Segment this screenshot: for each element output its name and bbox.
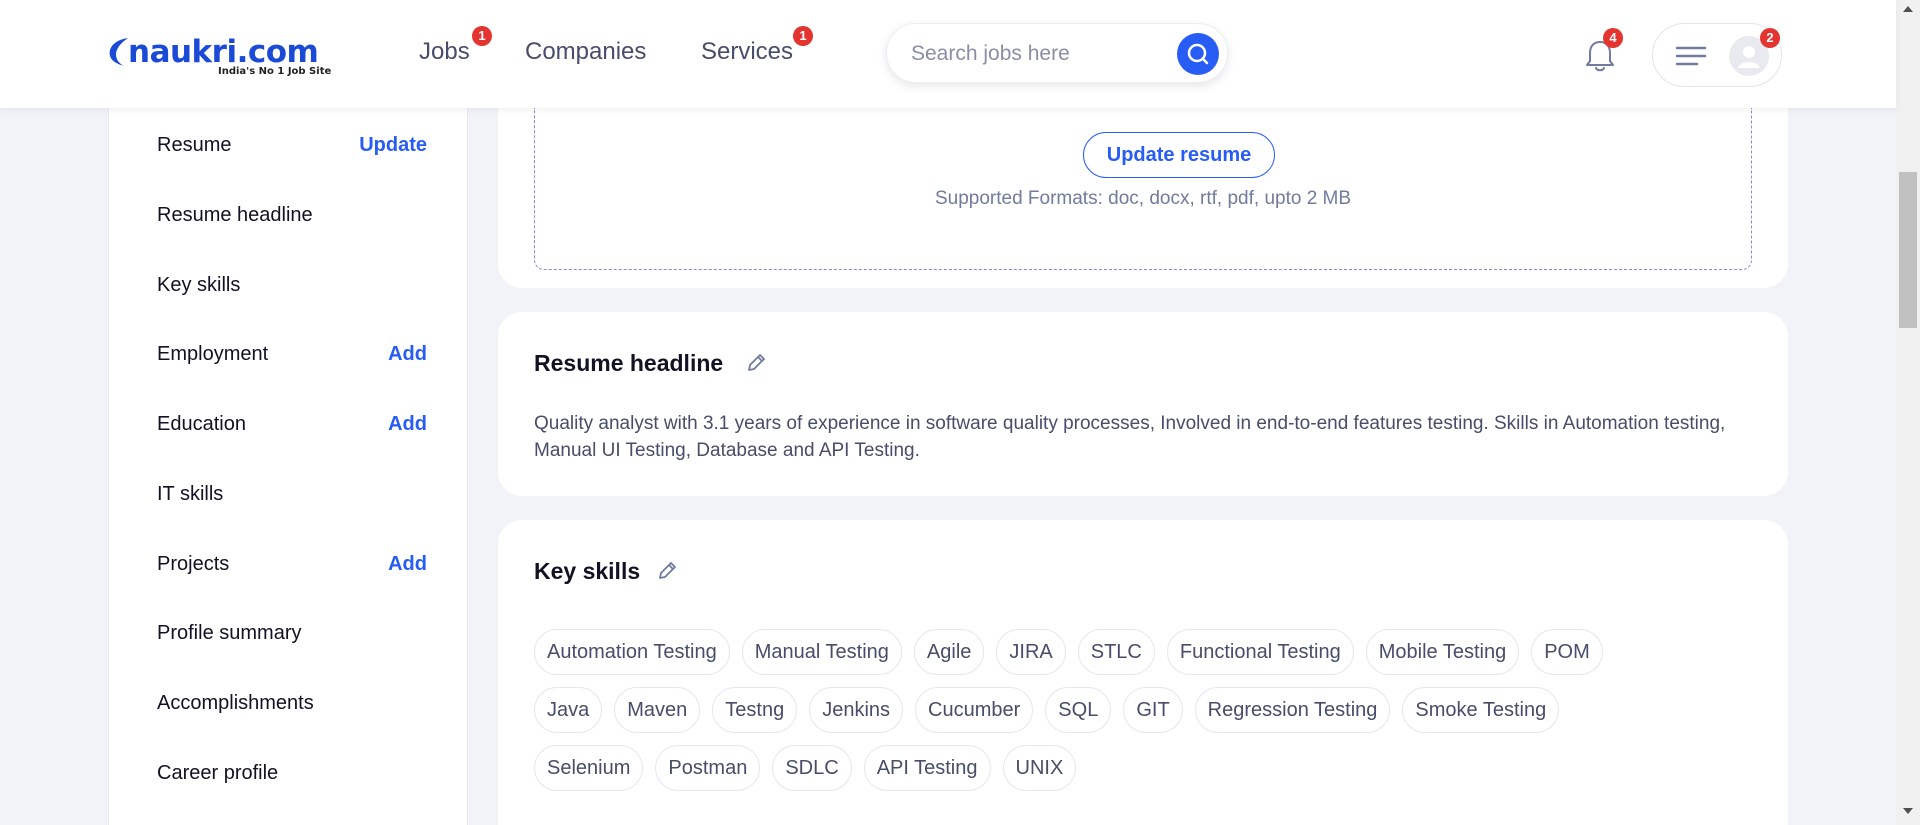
sidebar-item-label: Career profile xyxy=(157,762,279,784)
chip-row: Java Maven Testng Jenkins Cucumber SQL G… xyxy=(534,687,1764,733)
skill-chip: GIT xyxy=(1123,687,1183,733)
hamburger-icon xyxy=(1675,46,1707,66)
nav-services[interactable]: Services xyxy=(701,36,793,68)
skill-chip: API Testing xyxy=(863,745,991,791)
sidebar-item-label: Key skills xyxy=(157,274,241,296)
sidebar-item-profile-summary[interactable]: Profile summary xyxy=(157,614,427,654)
sidebar-item-it-skills[interactable]: IT skills xyxy=(157,475,427,515)
scroll-down-arrow-icon[interactable] xyxy=(1903,808,1913,814)
sidebar-item-employment[interactable]: Employment Add xyxy=(157,335,427,375)
sidebar-item-label: IT skills xyxy=(157,483,224,505)
key-skills-card: Key skills Automation Testing Manual Tes… xyxy=(498,520,1788,825)
sidebar-item-resume[interactable]: Resume Update xyxy=(157,126,427,166)
resume-card: Update resume Supported Formats: doc, do… xyxy=(498,80,1788,288)
sidebar-item-accomplishments[interactable]: Accomplishments xyxy=(157,684,427,724)
sidebar-item-label: Resume xyxy=(157,134,232,156)
sidebar-item-career-profile[interactable]: Career profile xyxy=(157,754,427,794)
update-resume-button[interactable]: Update resume xyxy=(1083,132,1275,178)
sidebar-item-label: Education xyxy=(157,413,246,435)
key-skills-title: Key skills xyxy=(534,558,641,584)
skill-chip: Testng xyxy=(712,687,798,733)
resume-headline-text: Quality analyst with 3.1 years of experi… xyxy=(534,413,1726,461)
skill-chip: Cucumber xyxy=(915,687,1034,733)
logo-tagline: India's No 1 Job Site xyxy=(218,66,332,77)
add-employment-link[interactable]: Add xyxy=(388,343,427,366)
skills-chip-list: Automation Testing Manual Testing Agile … xyxy=(534,629,1764,803)
skill-chip: Maven xyxy=(614,687,701,733)
sidebar-item-education[interactable]: Education Add xyxy=(157,405,427,445)
skill-chip: STLC xyxy=(1077,629,1155,675)
supported-formats-text: Supported Formats: doc, docx, rtf, pdf, … xyxy=(934,188,1352,209)
skill-chip: Selenium xyxy=(534,745,644,791)
sidebar-item-label: Employment xyxy=(157,343,269,365)
sidebar-item-resume-headline[interactable]: Resume headline xyxy=(157,196,427,236)
skill-chip: Agile xyxy=(913,629,985,675)
scroll-up-arrow-icon[interactable] xyxy=(1903,6,1913,12)
edit-headline-icon[interactable] xyxy=(745,352,767,374)
skill-chip: Functional Testing xyxy=(1166,629,1354,675)
skill-chip: Java xyxy=(534,687,603,733)
search-button[interactable] xyxy=(1177,33,1219,75)
skill-chip: JIRA xyxy=(996,629,1066,675)
page-scrollbar[interactable] xyxy=(1896,0,1920,825)
jobs-badge: 1 xyxy=(472,26,492,46)
notifications-badge: 4 xyxy=(1603,28,1623,48)
search-icon xyxy=(1187,43,1209,65)
top-header: naukri.com India's No 1 Job Site Jobs 1 … xyxy=(0,0,1896,108)
search-input[interactable]: Search jobs here xyxy=(911,42,1070,66)
naukri-logo[interactable]: naukri.com India's No 1 Job Site xyxy=(106,32,332,78)
sidebar-item-label: Accomplishments xyxy=(157,692,314,714)
sidebar-item-label: Projects xyxy=(157,553,230,575)
edit-skills-icon[interactable] xyxy=(656,560,678,582)
skill-chip: Smoke Testing xyxy=(1402,687,1560,733)
update-resume-link[interactable]: Update xyxy=(359,134,427,157)
sidebar-item-label: Profile summary xyxy=(157,622,302,644)
nav-companies[interactable]: Companies xyxy=(525,36,646,68)
skill-chip: Mobile Testing xyxy=(1365,629,1520,675)
skill-chip: UNIX xyxy=(1002,745,1077,791)
sidebar-item-projects[interactable]: Projects Add xyxy=(157,545,427,585)
add-education-link[interactable]: Add xyxy=(388,413,427,436)
services-badge: 1 xyxy=(793,26,813,46)
chip-row: Automation Testing Manual Testing Agile … xyxy=(534,629,1764,675)
nav-jobs[interactable]: Jobs xyxy=(419,36,470,68)
sidebar-item-label: Resume headline xyxy=(157,204,313,226)
add-project-link[interactable]: Add xyxy=(388,553,427,576)
chip-row: Selenium Postman SDLC API Testing UNIX xyxy=(534,745,1764,791)
search-bar[interactable]: Search jobs here xyxy=(886,23,1228,83)
sidebar-item-key-skills[interactable]: Key skills xyxy=(157,266,427,306)
skill-chip: Regression Testing xyxy=(1194,687,1391,733)
resume-headline-title: Resume headline xyxy=(534,350,724,376)
skill-chip: Manual Testing xyxy=(741,629,902,675)
profile-badge: 2 xyxy=(1760,28,1780,48)
skill-chip: Automation Testing xyxy=(534,629,730,675)
skill-chip: SQL xyxy=(1045,687,1112,733)
resume-upload-area[interactable]: Update resume Supported Formats: doc, do… xyxy=(534,108,1752,270)
skill-chip: Postman xyxy=(655,745,761,791)
scrollbar-thumb[interactable] xyxy=(1899,172,1917,328)
skill-chip: POM xyxy=(1531,629,1603,675)
quick-links-sidebar: Resume Update Resume headline Key skills… xyxy=(108,108,468,825)
skill-chip: SDLC xyxy=(772,745,852,791)
skill-chip: Jenkins xyxy=(809,687,904,733)
resume-headline-card: Resume headline Quality analyst with 3.1… xyxy=(498,312,1788,496)
